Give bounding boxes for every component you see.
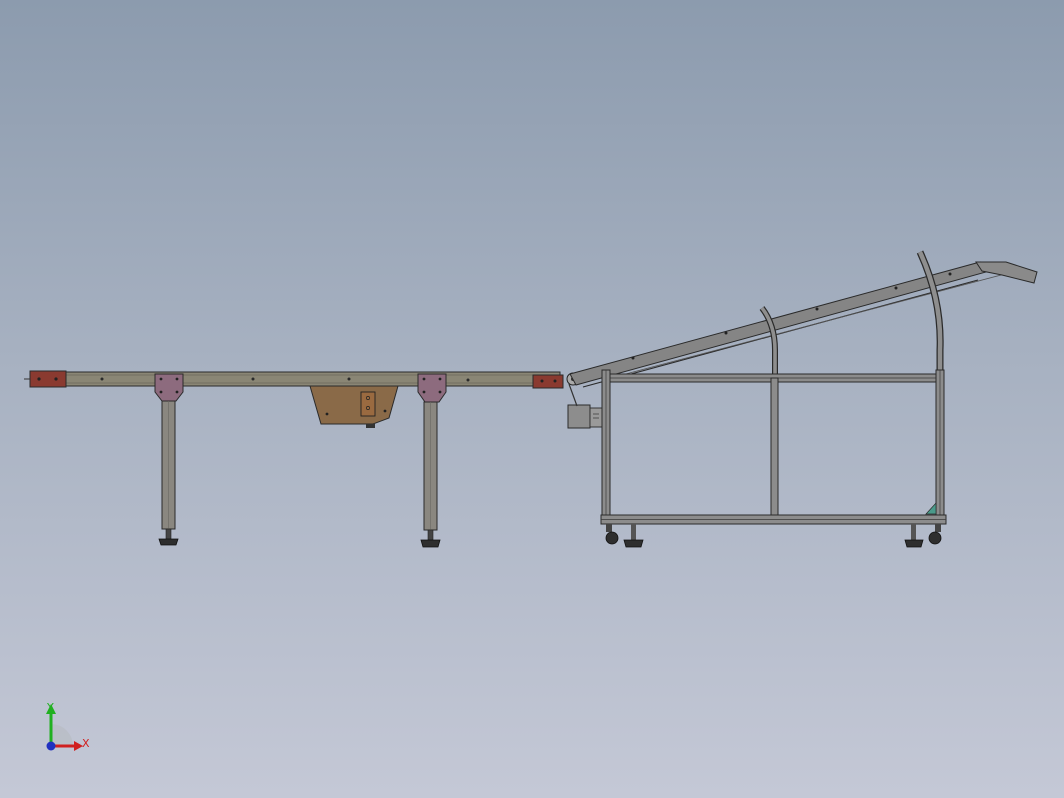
bracket-bolt bbox=[422, 390, 426, 394]
motor-mount-plate bbox=[360, 391, 376, 417]
leg-bracket-right bbox=[417, 373, 447, 403]
beam-bolt bbox=[466, 378, 470, 382]
leveling-foot-right bbox=[420, 539, 441, 548]
graphics-viewport[interactable]: Y X bbox=[0, 0, 1064, 798]
drive-housing bbox=[309, 385, 399, 425]
motor-shaft bbox=[366, 424, 375, 428]
drive-link bbox=[568, 383, 578, 407]
incline-side-rail bbox=[602, 269, 1021, 381]
leg-foot-stem bbox=[427, 529, 434, 541]
beam-end-cap-left bbox=[29, 370, 67, 388]
conveyor-assembly-right[interactable] bbox=[566, 250, 1038, 548]
housing-bolt bbox=[383, 409, 387, 413]
bracket-bolt bbox=[175, 377, 179, 381]
beam-bolt bbox=[100, 377, 104, 381]
leveling-foot-left bbox=[158, 538, 179, 546]
drive-motor-box bbox=[567, 404, 591, 429]
model-view[interactable]: Y X bbox=[0, 0, 1064, 798]
bracket-bolt bbox=[438, 390, 442, 394]
beam-bolt bbox=[251, 377, 255, 381]
leveling-foot-frame-left bbox=[623, 524, 644, 548]
end-cap-bolt bbox=[540, 379, 544, 383]
conveyor-beam bbox=[29, 371, 561, 387]
triad-y-label: Y bbox=[46, 701, 54, 714]
end-cap-bolt bbox=[37, 377, 41, 381]
bracket-bolt bbox=[159, 390, 163, 394]
bracket-bolt bbox=[438, 377, 442, 381]
triad-shading bbox=[51, 724, 73, 746]
conveyor-assembly-left[interactable] bbox=[24, 370, 564, 548]
leg-bracket-left bbox=[154, 373, 184, 402]
caster-left bbox=[605, 524, 619, 545]
bracket-bolt bbox=[175, 390, 179, 394]
caster-right bbox=[928, 524, 942, 545]
coordinate-triad-icon: Y X bbox=[46, 701, 90, 751]
beam-bolt bbox=[347, 377, 351, 381]
frame-upright-center bbox=[770, 377, 779, 519]
corner-gusset bbox=[925, 502, 937, 515]
triad-x-label: X bbox=[82, 737, 90, 750]
bracket-bolt bbox=[159, 377, 163, 381]
end-cap-bolt bbox=[553, 379, 557, 383]
leveling-foot-frame-right bbox=[904, 524, 924, 548]
gearbox bbox=[589, 407, 603, 428]
housing-bolt bbox=[325, 412, 329, 416]
beam-end-cap-right bbox=[532, 374, 564, 389]
triad-z-axis bbox=[46, 741, 56, 751]
bracket-bolt bbox=[422, 377, 426, 381]
leg-foot-stem bbox=[165, 528, 172, 540]
end-cap-bolt bbox=[54, 377, 58, 381]
